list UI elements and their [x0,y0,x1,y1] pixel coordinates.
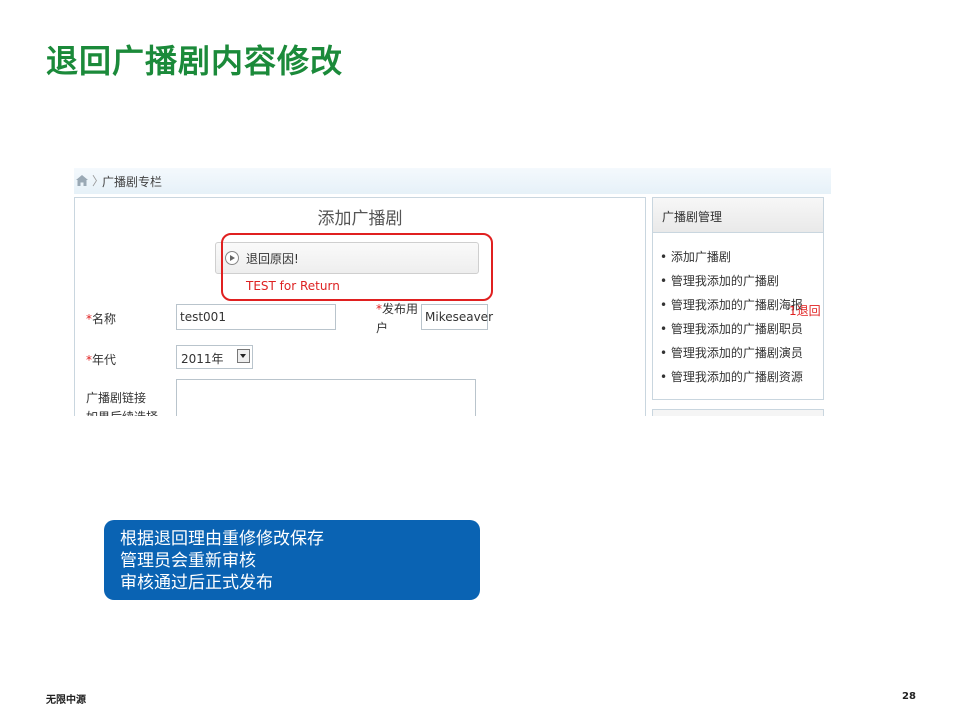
return-reason-highlight [221,233,493,301]
breadcrumb-current[interactable]: 广播剧专栏 [102,173,162,190]
sidebar-menu: 添加广播剧 管理我添加的广播剧 管理我添加的广播剧海报 管理我添加的广播剧职员 … [660,248,803,392]
name-label: *名称 [86,312,117,326]
footer-brand: 无限中源 [46,695,86,706]
link-textarea[interactable] [176,379,476,416]
form-panel: 添加广播剧 退回原因! TEST for Return *名称 test001 … [74,197,646,416]
slide-title: 退回广播剧内容修改 [46,42,344,80]
sidebar-item-manage[interactable]: 管理我添加的广播剧 [660,272,803,296]
callout-note: 根据退回理由重修修改保存 管理员会重新审核 审核通过后正式发布 [104,520,480,600]
sidebar-item-actors[interactable]: 管理我添加的广播剧演员 [660,344,803,368]
note-line: 审核通过后正式发布 [120,573,273,593]
sidebar-title: 广播剧管理 [662,210,723,224]
sidebar-item-add[interactable]: 添加广播剧 [660,248,803,272]
page-number: 28 [902,691,916,702]
sidebar-item-posters[interactable]: 管理我添加的广播剧海报 [660,296,803,320]
link-hint: 如果后续选择 [86,408,158,416]
note-line: 根据退回理由重修修改保存 [120,529,324,549]
chevron-down-icon[interactable] [237,349,250,363]
sidebar-panel: 广播剧管理 添加广播剧 管理我添加的广播剧 管理我添加的广播剧海报 管理我添加的… [652,197,824,400]
year-select[interactable]: 2011年 [176,345,253,369]
sidebar-item-staff[interactable]: 管理我添加的广播剧职员 [660,320,803,344]
returned-count-badge[interactable]: 1退回 [789,302,821,319]
sidebar-header: 广播剧管理 [653,198,823,233]
app-screenshot: 〉 广播剧专栏 添加广播剧 退回原因! TEST for Return *名称 … [74,168,831,416]
link-label: 广播剧链接 [86,391,147,405]
note-line: 管理员会重新审核 [120,551,256,571]
breadcrumb: 〉 广播剧专栏 [74,168,831,194]
publisher-input[interactable]: Mikeseaver [421,304,493,330]
publisher-label: *发布用 [376,302,419,316]
year-label: *年代 [86,353,117,367]
sidebar-panel-secondary [652,409,824,416]
home-icon[interactable] [76,175,88,186]
form-title: 添加广播剧 [317,209,403,229]
year-select-value: 2011年 [181,352,224,366]
name-input[interactable]: test001 [176,304,336,330]
publisher-label-line2: 户 [376,321,389,335]
sidebar-item-resources[interactable]: 管理我添加的广播剧资源 [660,368,803,392]
